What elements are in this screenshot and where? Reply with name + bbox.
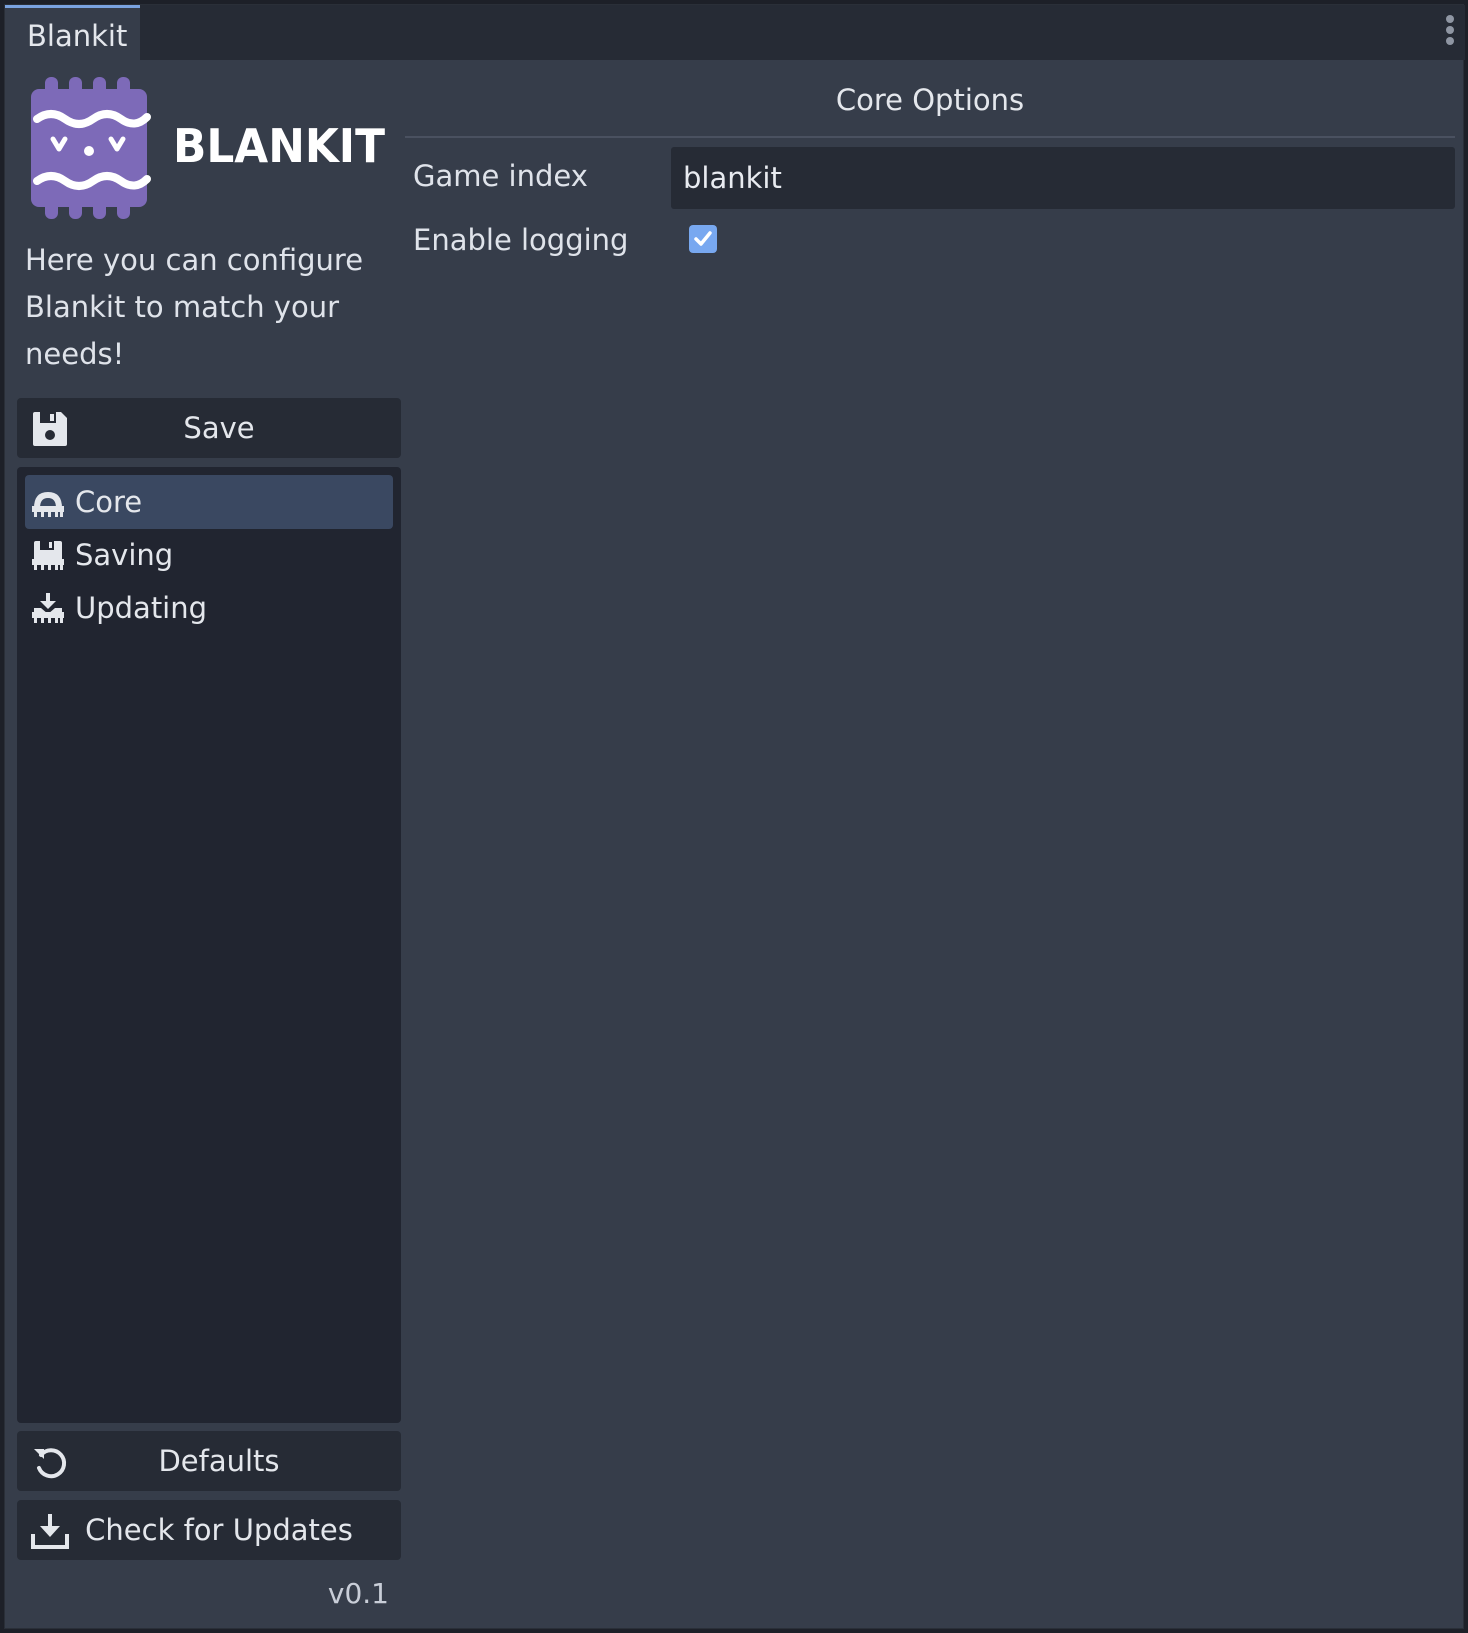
saving-chip-icon [31, 539, 65, 573]
sidebar-item-core[interactable]: Core [25, 475, 393, 529]
blankit-logo-icon [31, 77, 155, 219]
game-index-label: Game index [413, 159, 588, 193]
save-label: Save [183, 411, 255, 445]
sidebar-item-saving[interactable]: Saving [25, 528, 393, 582]
more-options-icon[interactable] [1443, 15, 1457, 49]
enable-logging-checkbox[interactable] [689, 225, 717, 253]
updating-chip-icon [31, 592, 65, 626]
brand-wordmark: BLANKIT [173, 115, 393, 175]
intro-text: Here you can configure Blankit to match … [25, 243, 364, 371]
core-chip-icon [31, 486, 65, 520]
defaults-button[interactable]: Defaults [17, 1431, 401, 1491]
plugin-window: Blankit BLANKIT Here you can configure B… [4, 4, 1465, 1629]
sidebar: BLANKIT Here you can configure Blankit t… [13, 63, 401, 1628]
title-divider [405, 136, 1455, 138]
tab-blankit[interactable]: Blankit [5, 5, 140, 60]
checkmark-icon [694, 231, 712, 246]
game-index-input[interactable] [671, 147, 1455, 209]
page-title: Core Options [835, 83, 1025, 117]
check-for-updates-label: Check for Updates [85, 1513, 353, 1547]
sidebar-item-label: Saving [75, 538, 174, 572]
sidebar-item-label: Core [75, 485, 143, 519]
sidebar-item-label: Updating [75, 591, 208, 625]
tab-label: Blankit [27, 19, 128, 53]
save-button[interactable]: Save [17, 398, 401, 458]
sidebar-item-updating[interactable]: Updating [25, 581, 393, 635]
enable-logging-label: Enable logging [413, 223, 629, 257]
nav-list: Core Saving Updating [17, 467, 401, 1423]
tab-bar: Blankit [5, 5, 1465, 60]
defaults-label: Defaults [158, 1444, 280, 1478]
brand-name: BLANKIT [173, 119, 386, 173]
options-panel: Core Options Game index Enable logging [405, 63, 1455, 1623]
version-label: v0.1 [327, 1577, 389, 1610]
check-for-updates-button[interactable]: Check for Updates [17, 1500, 401, 1560]
